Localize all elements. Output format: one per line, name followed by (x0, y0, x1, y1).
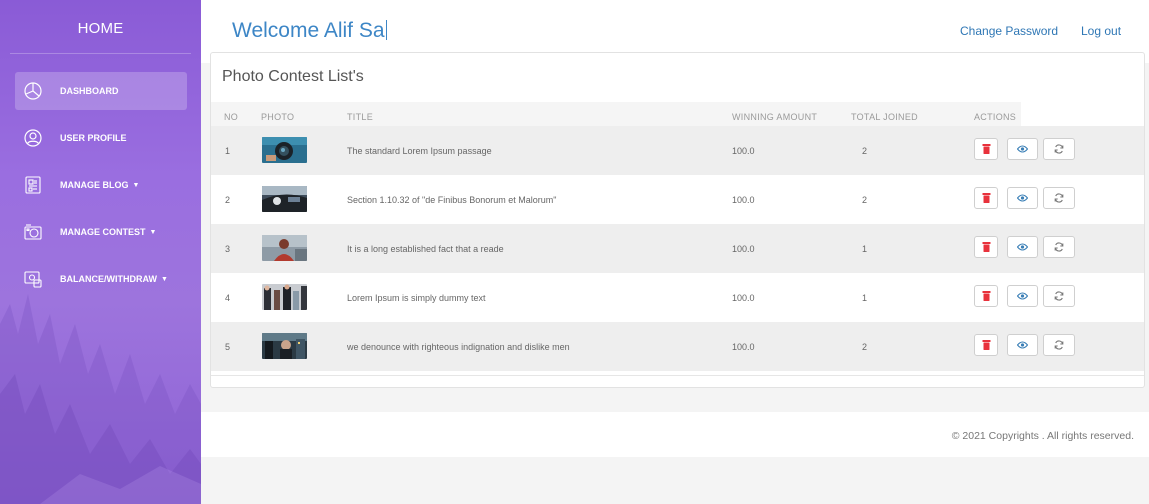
table-row: 5 we denounce with righteous indignation… (211, 322, 1144, 371)
eye-icon (1017, 194, 1028, 202)
sidebar-nav: DASHBOARD USER PROFILE MANAGE BLOG ▼ MAN… (0, 72, 201, 298)
trash-icon (982, 340, 990, 350)
view-button[interactable] (1007, 334, 1038, 356)
text-cursor (385, 20, 387, 40)
eye-icon (1017, 145, 1028, 153)
contest-title: Section 1.10.32 of "de Finibus Bonorum e… (347, 195, 557, 205)
trash-icon (982, 144, 990, 154)
delete-button[interactable] (974, 334, 998, 356)
sidebar-item-label: BALANCE/WITHDRAW (60, 274, 157, 284)
brand-home-link[interactable]: HOME (0, 0, 201, 55)
column-header-total-joined: TOTAL JOINED (851, 112, 918, 122)
eye-icon (1017, 341, 1028, 349)
winning-amount: 100.0 (732, 146, 755, 156)
table-row: 4 Lorem Ipsum is simply dummy text 100.0… (211, 273, 1144, 322)
sidebar-item-manage-contest[interactable]: MANAGE CONTEST ▼ (15, 213, 187, 251)
refresh-button[interactable] (1043, 187, 1075, 209)
card-divider (211, 375, 1144, 376)
view-button[interactable] (1007, 138, 1038, 160)
page-footer: © 2021 Copyrights . All rights reserved. (201, 412, 1149, 457)
table-row: 1 The standard Lorem Ipsum passage 100.0… (211, 126, 1144, 175)
winning-amount: 100.0 (732, 195, 755, 205)
blog-icon (22, 174, 44, 196)
total-joined: 1 (862, 244, 868, 254)
table-row: 3 It is a long established fact that a r… (211, 224, 1144, 273)
row-number: 4 (225, 293, 231, 303)
row-number: 5 (225, 342, 231, 352)
trash-icon (982, 291, 990, 301)
camera-lens-photo[interactable] (262, 137, 307, 163)
refresh-icon (1054, 144, 1064, 154)
sidebar-item-dashboard[interactable]: DASHBOARD (15, 72, 187, 110)
copyright-text: © 2021 Copyrights . All rights reserved. (951, 430, 1134, 442)
refresh-button[interactable] (1043, 138, 1075, 160)
column-header-actions: ACTIONS (974, 112, 1017, 122)
user-circle-icon (22, 127, 44, 149)
winning-amount: 100.0 (732, 342, 755, 352)
column-header-photo: PHOTO (261, 112, 295, 122)
table-header: NO PHOTO TITLE WINNING AMOUNT TOTAL JOIN… (211, 102, 1021, 129)
logout-link[interactable]: Log out (1081, 24, 1121, 38)
row-number: 1 (225, 146, 231, 156)
trash-icon (982, 242, 990, 252)
wallet-icon (22, 268, 44, 290)
sidebar-item-label: MANAGE CONTEST (60, 227, 146, 237)
delete-button[interactable] (974, 187, 998, 209)
view-button[interactable] (1007, 236, 1038, 258)
delete-button[interactable] (974, 138, 998, 160)
welcome-heading: Welcome Alif Sa (232, 19, 387, 43)
contest-title: we denounce with righteous indignation a… (347, 342, 570, 352)
trash-icon (982, 193, 990, 203)
winning-amount: 100.0 (732, 244, 755, 254)
chevron-down-icon: ▼ (149, 228, 157, 236)
brand-divider (10, 53, 191, 54)
refresh-icon (1054, 193, 1064, 203)
refresh-icon (1054, 291, 1064, 301)
portrait-photo[interactable] (262, 235, 307, 261)
sidebar-item-label: MANAGE BLOG (60, 180, 129, 190)
sidebar: HOME DASHBOARD USER PROFILE MANAGE BLOG … (0, 0, 201, 504)
view-button[interactable] (1007, 187, 1038, 209)
chevron-down-icon: ▼ (161, 275, 168, 283)
refresh-button[interactable] (1043, 334, 1075, 356)
sidebar-item-label: USER PROFILE (60, 133, 127, 143)
total-joined: 2 (862, 146, 868, 156)
table-row: 2 Section 1.10.32 of "de Finibus Bonorum… (211, 175, 1144, 224)
contest-title: Lorem Ipsum is simply dummy text (347, 293, 486, 303)
contest-title: It is a long established fact that a rea… (347, 244, 504, 254)
card-title: Photo Contest List's (222, 68, 364, 85)
winning-amount: 100.0 (732, 293, 755, 303)
row-number: 3 (225, 244, 231, 254)
refresh-icon (1054, 340, 1064, 350)
photo-contest-card: Photo Contest List's NO PHOTO TITLE WINN… (210, 52, 1145, 388)
eye-icon (1017, 243, 1028, 251)
delete-button[interactable] (974, 236, 998, 258)
refresh-button[interactable] (1043, 285, 1075, 307)
total-joined: 2 (862, 195, 868, 205)
chevron-down-icon: ▼ (132, 181, 140, 189)
welcome-text: Welcome Alif Sa (232, 19, 385, 42)
eye-icon (1017, 292, 1028, 300)
sidebar-item-manage-blog[interactable]: MANAGE BLOG ▼ (15, 166, 187, 204)
change-password-link[interactable]: Change Password (960, 24, 1058, 38)
column-header-no: NO (224, 112, 239, 122)
city-night-photo[interactable] (262, 333, 307, 359)
sidebar-item-user-profile[interactable]: USER PROFILE (15, 119, 187, 157)
view-button[interactable] (1007, 285, 1038, 307)
street-people-photo[interactable] (262, 284, 307, 310)
sidebar-item-label: DASHBOARD (60, 86, 119, 96)
car-interior-photo[interactable] (262, 186, 307, 212)
total-joined: 2 (862, 342, 868, 352)
column-header-title: TITLE (347, 112, 374, 122)
contest-title: The standard Lorem Ipsum passage (347, 146, 492, 156)
total-joined: 1 (862, 293, 868, 303)
delete-button[interactable] (974, 285, 998, 307)
sidebar-item-balance-withdraw[interactable]: BALANCE/WITHDRAW ▼ (15, 260, 187, 298)
row-number: 2 (225, 195, 231, 205)
camera-icon (22, 221, 44, 243)
refresh-button[interactable] (1043, 236, 1075, 258)
column-header-winning-amount: WINNING AMOUNT (732, 112, 818, 122)
refresh-icon (1054, 242, 1064, 252)
pie-chart-icon (22, 80, 44, 102)
